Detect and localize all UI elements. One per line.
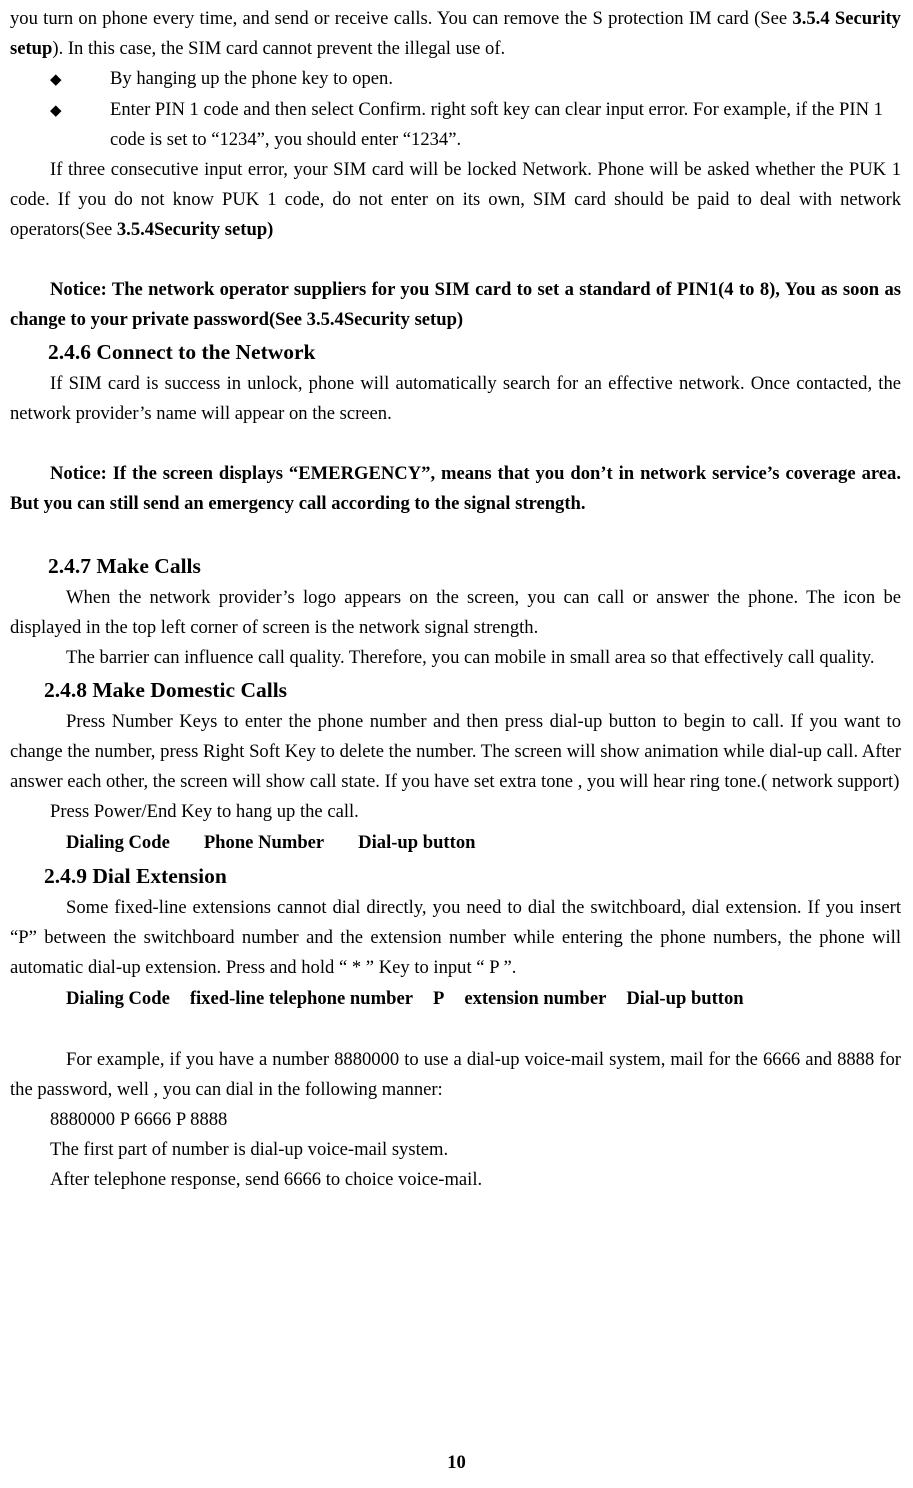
heading-2-4-9: 2.4.9 Dial Extension [44,864,227,888]
notice-emergency: Notice: If the screen displays “EMERGENC… [10,463,901,514]
section-reference: 3.5.4Security setup) [306,309,464,330]
paragraph-make-calls-2: The barrier can influence call quality. … [66,647,875,668]
heading-2-4-7: 2.4.7 Make Calls [48,554,201,578]
p-separator-label: P [432,988,445,1009]
paragraph-text-tail: ). In this case, the SIM card cannot pre… [52,38,506,59]
bullet-item-label: Enter PIN 1 code and then select Confirm… [110,99,883,150]
bullet-item-label: By hanging up the phone key to open. [110,68,393,89]
section-reference: 3.5.4Security setup) [116,219,274,240]
dialing-code-label: Dialing Code [66,832,170,853]
phone-number-label: Phone Number [203,832,325,853]
dial-up-button-label: Dial-up button [358,832,476,853]
paragraph-example-note-2: After telephone response, send 6666 to c… [50,1169,483,1190]
bullet-item: ◆ Enter PIN 1 code and then select Confi… [10,95,901,155]
heading-2-4-8: 2.4.8 Make Domestic Calls [44,678,288,702]
diamond-bullet-icon: ◆ [50,103,62,119]
paragraph-network-search: If SIM card is success in unlock, phone … [10,373,901,424]
notice-pin1: Notice: The network operator suppliers f… [10,275,901,335]
paragraph-puk: If three consecutive input error, your S… [10,155,901,245]
dial-up-button-label: Dial-up button [626,988,744,1009]
diamond-bullet-icon: ◆ [50,72,62,88]
fixed-line-number-label: fixed-line telephone number [189,988,413,1009]
bullet-item: ◆ By hanging up the phone key to open. [10,64,901,95]
notice-text-normal: See [275,309,307,330]
dialing-code-label: Dialing Code [66,988,170,1009]
paragraph-hang-up: Press Power/End Key to hang up the call. [50,801,359,822]
document-page: you turn on phone every time, and send o… [0,0,913,1488]
extension-number-label: extension number [464,988,607,1009]
paragraph-example-number: 8880000 P 6666 P 8888 [50,1109,228,1130]
paragraph-example: For example, if you have a number 888000… [10,1049,901,1100]
paragraph-continuation: you turn on phone every time, and send o… [10,4,901,64]
paragraph-domestic-calls: Press Number Keys to enter the phone num… [10,711,901,792]
page-number: 10 [447,1452,466,1473]
paragraph-make-calls-1: When the network provider’s logo appears… [10,587,901,638]
heading-2-4-6: 2.4.6 Connect to the Network [48,340,316,364]
paragraph-text: you turn on phone every time, and send o… [10,8,793,29]
paragraph-example-note-1: The first part of number is dial-up voic… [50,1139,449,1160]
paragraph-dial-extension: Some fixed-line extensions cannot dial d… [10,897,901,978]
dial-format-row-extension: Dialing Code fixed-line telephone number P… [10,983,901,1015]
dial-format-row-domestic: Dialing Code Phone Number Dial-up button [10,827,901,859]
